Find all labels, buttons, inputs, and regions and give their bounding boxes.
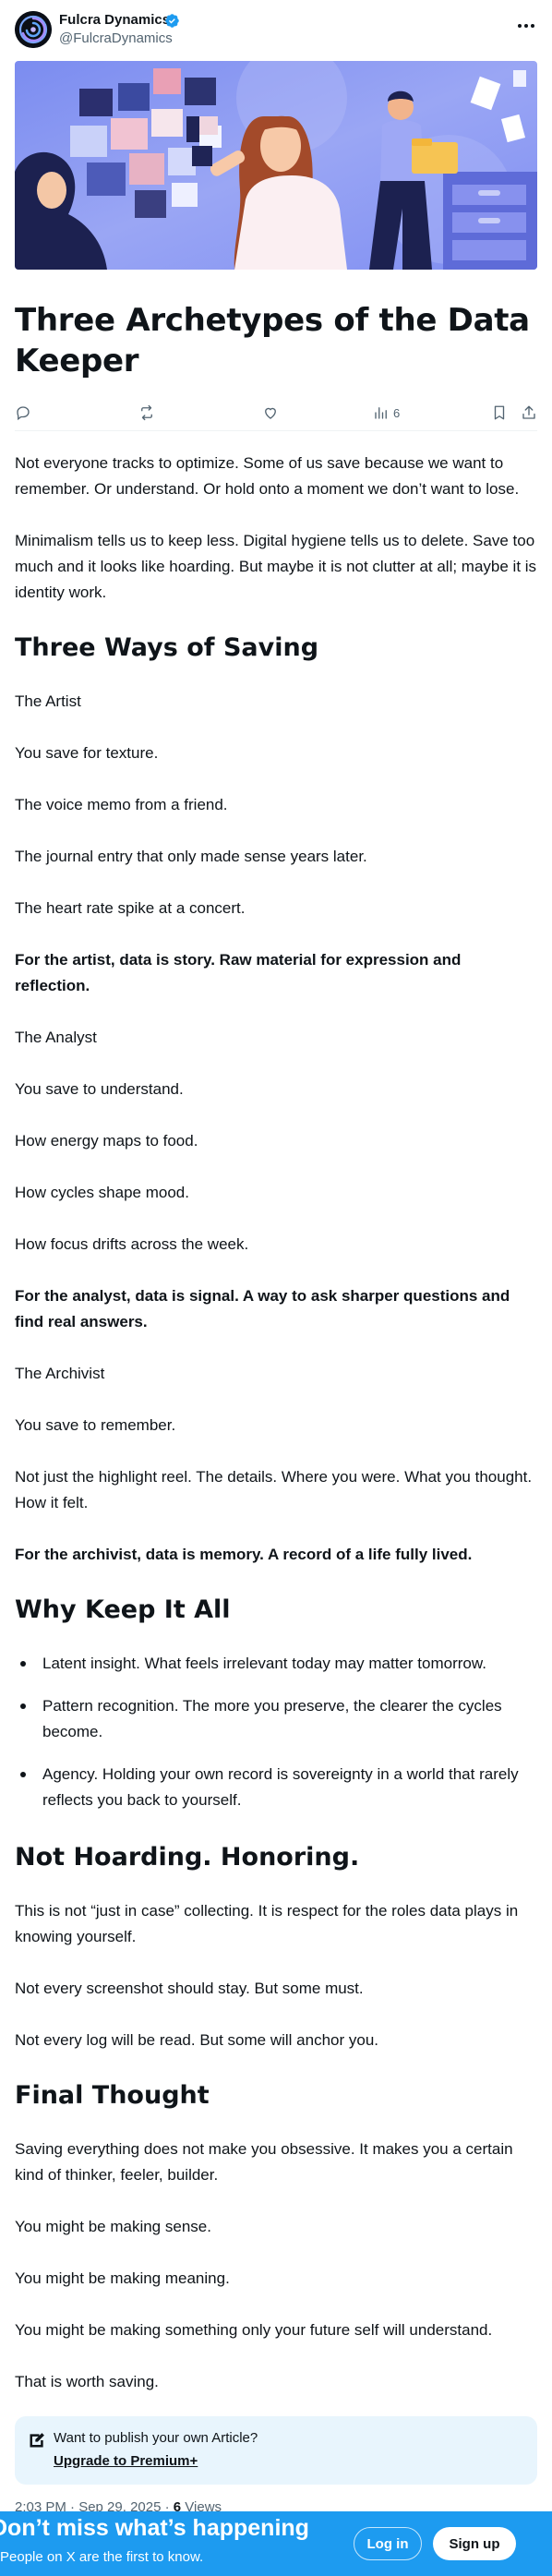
- paragraph: You save to understand.: [15, 1080, 184, 1098]
- paragraph: How energy maps to food.: [15, 1132, 198, 1150]
- author-name[interactable]: Fulcra Dynamics: [59, 12, 170, 28]
- list-item-text: Pattern recognition. The more you preser…: [42, 1697, 502, 1740]
- paragraph: You might be making something only your …: [15, 2321, 493, 2339]
- list-item: Agency. Holding your own record is sover…: [15, 1762, 537, 1813]
- upgrade-premium-link[interactable]: Upgrade to Premium+: [54, 2453, 198, 2469]
- more-icon[interactable]: [515, 17, 537, 35]
- section-heading: Final Thought: [15, 2081, 210, 2110]
- list-item-text: Latent insight. What feels irrelevant to…: [42, 1655, 486, 1672]
- repost-icon: [141, 404, 152, 421]
- section-heading: Not Hoarding. Honoring.: [15, 1843, 360, 1872]
- divider: [15, 430, 537, 431]
- paragraph: The journal entry that only made sense y…: [15, 848, 367, 865]
- paragraph: Not every screenshot should stay. But so…: [15, 1980, 364, 1997]
- paragraph: The Analyst: [15, 1029, 97, 1046]
- article-title: Three Archetypes of the Data Keeper: [15, 302, 530, 379]
- bookmark-button[interactable]: [491, 399, 508, 427]
- login-button[interactable]: Log in: [354, 2527, 422, 2560]
- list-item: Pattern recognition. The more you preser…: [15, 1693, 537, 1745]
- repost-button[interactable]: [138, 399, 155, 427]
- paragraph: For the artist, data is story. Raw mater…: [15, 951, 462, 994]
- paragraph: Not every log will be read. But some wil…: [15, 2031, 379, 2049]
- banner-subtitle: People on X are the first to know.: [0, 2549, 204, 2565]
- paragraph: You might be making sense.: [15, 2218, 211, 2235]
- banner-title: Don’t miss what’s happening: [0, 2515, 309, 2541]
- signup-button[interactable]: Sign up: [433, 2527, 516, 2560]
- premium-promo: Want to publish your own Article? Upgrad…: [15, 2416, 537, 2485]
- hero-illustration: [15, 61, 537, 270]
- paragraph: How cycles shape mood.: [15, 1184, 189, 1201]
- logo-swirl-icon: [15, 11, 52, 48]
- article-body: Not everyone tracks to optimize. Some of…: [15, 451, 537, 2421]
- bullet-dot: [20, 1661, 26, 1667]
- paragraph: How focus drifts across the week.: [15, 1235, 249, 1253]
- avatar[interactable]: [15, 11, 52, 48]
- signup-banner: Don’t miss what’s happening People on X …: [0, 2511, 552, 2576]
- paragraph: The Archivist: [15, 1365, 105, 1382]
- bullet-dot: [20, 1703, 26, 1709]
- views-icon: [375, 407, 387, 419]
- paragraph: The Artist: [15, 692, 81, 710]
- author-handle[interactable]: @FulcraDynamics: [59, 30, 173, 46]
- premium-promo-text: Want to publish your own Article?: [54, 2430, 258, 2446]
- share-button[interactable]: [521, 399, 537, 427]
- paragraph: The heart rate spike at a concert.: [15, 899, 246, 917]
- paragraph: Not just the highlight reel. The details…: [15, 1468, 533, 1511]
- like-icon: [265, 407, 276, 419]
- list-item-text: Agency. Holding your own record is sover…: [42, 1765, 519, 1809]
- article-compose-icon: [30, 2433, 44, 2448]
- verified-badge-icon: [165, 14, 179, 28]
- paragraph: Minimalism tells us to keep less. Digita…: [15, 532, 537, 601]
- paragraph: Saving everything does not make you obse…: [15, 2140, 513, 2184]
- paragraph: That is worth saving.: [15, 2373, 159, 2390]
- paragraph: You save to remember.: [15, 1416, 176, 1434]
- paragraph: For the analyst, data is signal. A way t…: [15, 1287, 510, 1330]
- action-bar: 6: [15, 399, 537, 427]
- reply-button[interactable]: [15, 399, 31, 427]
- paragraph: Not everyone tracks to optimize. Some of…: [15, 454, 520, 498]
- views-count: 6: [393, 405, 401, 420]
- like-button[interactable]: [262, 399, 279, 427]
- paragraph: The voice memo from a friend.: [15, 796, 228, 813]
- paragraph: This is not “just in case” collecting. I…: [15, 1902, 519, 1945]
- bullet-list: Latent insight. What feels irrelevant to…: [15, 1651, 537, 1813]
- section-heading: Why Keep It All: [15, 1595, 231, 1624]
- list-item: Latent insight. What feels irrelevant to…: [15, 1651, 537, 1677]
- paragraph: For the archivist, data is memory. A rec…: [15, 1546, 473, 1563]
- bullet-dot: [20, 1772, 26, 1777]
- paragraph: You might be making meaning.: [15, 2269, 230, 2287]
- bookmark-icon: [494, 405, 505, 420]
- share-icon: [522, 405, 535, 419]
- section-heading: Three Ways of Saving: [15, 633, 319, 662]
- reply-icon: [17, 406, 30, 421]
- hero-image: [15, 61, 537, 270]
- author-header: Fulcra Dynamics @FulcraDynamics: [15, 9, 537, 52]
- paragraph: You save for texture.: [15, 744, 159, 762]
- views-button[interactable]: 6: [373, 399, 400, 427]
